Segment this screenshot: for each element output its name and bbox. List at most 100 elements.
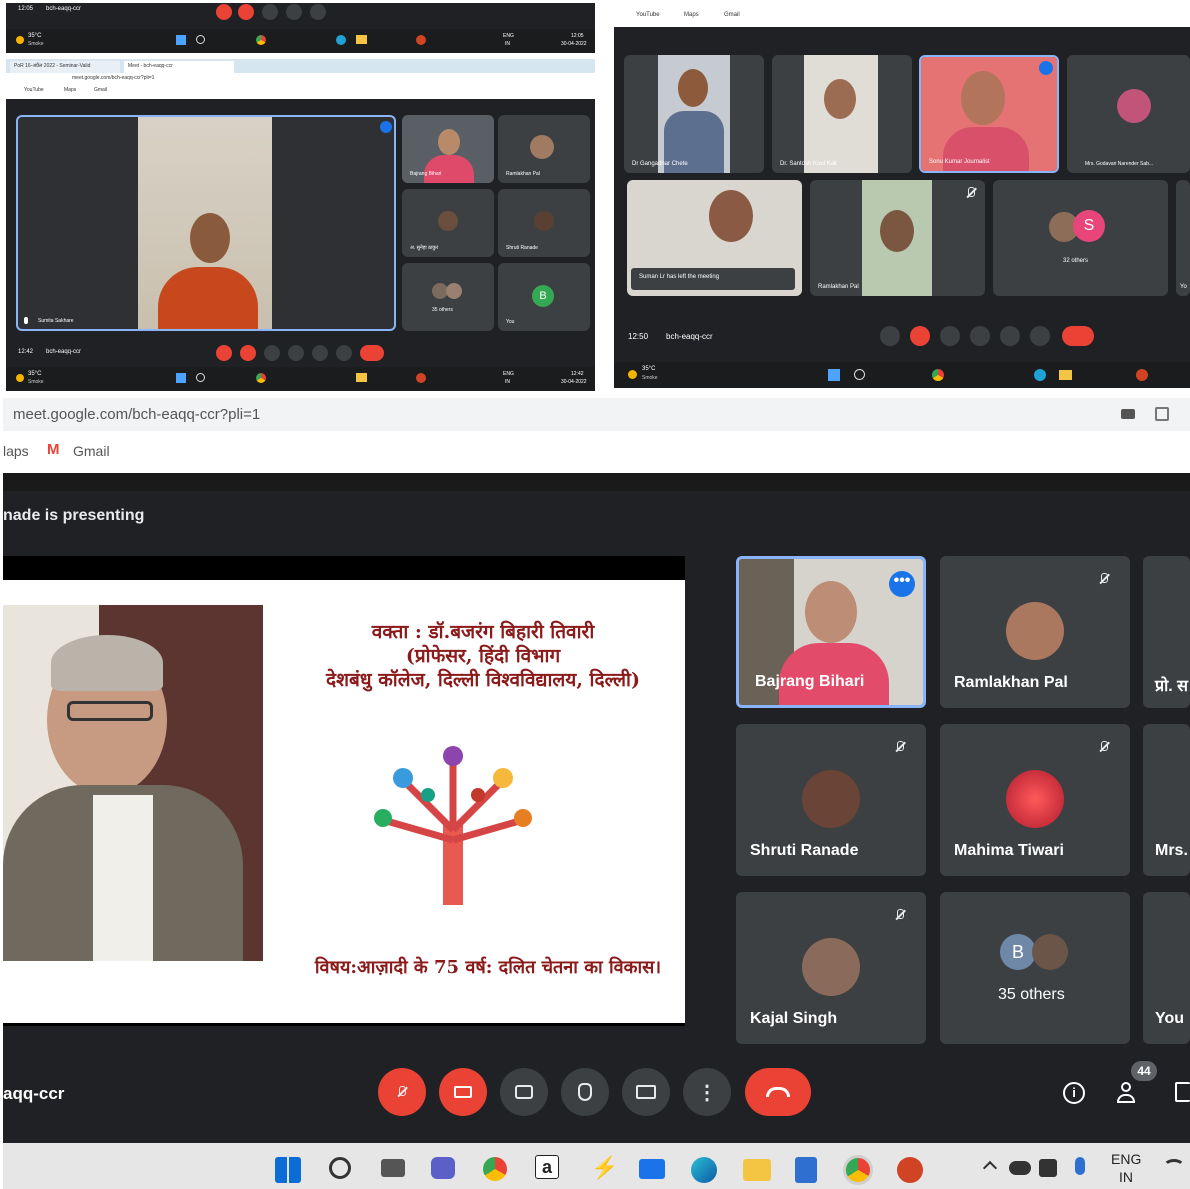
participant-tile[interactable]: Mahima Tiwari bbox=[940, 724, 1130, 876]
task-view-icon[interactable] bbox=[381, 1159, 405, 1177]
tray-chevron-icon[interactable] bbox=[982, 1160, 998, 1176]
present-button[interactable] bbox=[310, 4, 326, 20]
chrome-icon[interactable] bbox=[483, 1157, 507, 1181]
windows-start-icon[interactable] bbox=[275, 1157, 301, 1183]
participant-tile[interactable]: प्रो. स bbox=[1143, 556, 1190, 708]
participant-tile[interactable]: Mrs. bbox=[1143, 724, 1190, 876]
participant-tile[interactable]: Suman Lr has left the meeting bbox=[627, 180, 802, 296]
tab-meet[interactable]: Meet - bch-eaqq-ccr bbox=[124, 61, 234, 73]
search-icon[interactable] bbox=[854, 369, 865, 380]
end-call-button[interactable] bbox=[1062, 326, 1094, 346]
participant-tile[interactable]: Mrs. Godavari Narender Sab... bbox=[1067, 55, 1190, 173]
chat-icon[interactable] bbox=[1175, 1082, 1190, 1102]
chrome-icon[interactable] bbox=[932, 369, 944, 381]
lang-indicator[interactable]: ENG bbox=[1111, 1151, 1141, 1167]
participant-tile[interactable]: Shruti Ranade bbox=[736, 724, 926, 876]
camera-button[interactable] bbox=[439, 1068, 487, 1116]
notepad-icon[interactable] bbox=[795, 1157, 817, 1183]
more-options-button[interactable] bbox=[336, 345, 352, 361]
lang-indicator-2[interactable]: IN bbox=[1119, 1169, 1133, 1185]
share-icon[interactable] bbox=[1155, 407, 1169, 421]
mic-button[interactable] bbox=[216, 4, 232, 20]
captions-button[interactable] bbox=[262, 4, 278, 20]
participant-tile-active[interactable]: ••• Bajrang Bihari bbox=[736, 556, 926, 708]
more-options-icon[interactable]: ••• bbox=[889, 571, 915, 597]
meeting-info-icon[interactable]: i bbox=[1063, 1082, 1085, 1104]
camera-button[interactable] bbox=[910, 326, 930, 346]
present-button[interactable] bbox=[1000, 326, 1020, 346]
participant-tile[interactable]: Shruti Ranade bbox=[498, 189, 590, 257]
search-icon[interactable] bbox=[196, 35, 205, 44]
folder-icon[interactable] bbox=[356, 373, 367, 382]
raise-hand-button[interactable] bbox=[286, 4, 302, 20]
present-button[interactable] bbox=[312, 345, 328, 361]
windows-start-icon[interactable] bbox=[176, 35, 186, 45]
edge-icon[interactable] bbox=[691, 1157, 717, 1183]
more-options-button[interactable]: ⋮ bbox=[683, 1068, 731, 1116]
participant-tile[interactable]: B You bbox=[498, 263, 590, 331]
edge-icon[interactable] bbox=[1034, 369, 1046, 381]
mic-button[interactable] bbox=[216, 345, 232, 361]
bookmark-maps[interactable]: Maps bbox=[64, 87, 76, 93]
chrome-icon[interactable] bbox=[256, 373, 266, 383]
powerpoint-icon[interactable] bbox=[1136, 369, 1148, 381]
file-explorer-icon[interactable] bbox=[743, 1159, 771, 1181]
camera-button[interactable] bbox=[238, 4, 254, 20]
powerpoint-icon[interactable] bbox=[416, 373, 426, 383]
participant-tile[interactable]: S 32 others bbox=[993, 180, 1168, 296]
address-bar[interactable]: meet.google.com/bch-eaqq-ccr?pli=1 bbox=[3, 398, 1190, 431]
mic-button[interactable] bbox=[378, 1068, 426, 1116]
edge-icon[interactable] bbox=[336, 35, 346, 45]
camera-icon[interactable] bbox=[1121, 409, 1135, 419]
participant-tile[interactable]: Ramlakhan Pal bbox=[940, 556, 1130, 708]
participants-icon[interactable] bbox=[1117, 1082, 1143, 1104]
search-icon[interactable] bbox=[196, 373, 205, 382]
end-call-button[interactable] bbox=[745, 1068, 811, 1116]
bookmark-youtube[interactable]: YouTube bbox=[24, 87, 44, 93]
powerpoint-icon[interactable] bbox=[897, 1157, 923, 1183]
participant-tile[interactable]: 35 others bbox=[402, 263, 494, 331]
network-tray-icon[interactable] bbox=[1039, 1159, 1057, 1177]
bookmark-youtube[interactable]: YouTube bbox=[636, 12, 660, 18]
end-call-button[interactable] bbox=[360, 345, 384, 361]
amazon-icon[interactable]: a bbox=[535, 1155, 559, 1179]
bookmark-gmail[interactable]: Gmail bbox=[73, 443, 110, 459]
captions-button[interactable] bbox=[940, 326, 960, 346]
more-options-icon[interactable] bbox=[380, 121, 392, 133]
participant-tile[interactable]: Kajal Singh bbox=[736, 892, 926, 1044]
present-button[interactable] bbox=[622, 1068, 670, 1116]
address-bar[interactable]: meet.google.com/bch-eaqq-ccr?pli=1 bbox=[6, 73, 595, 85]
bookmark-maps[interactable]: laps bbox=[3, 443, 29, 459]
mail-icon[interactable] bbox=[639, 1159, 665, 1179]
chrome-icon[interactable] bbox=[256, 35, 266, 45]
powerpoint-icon[interactable] bbox=[416, 35, 426, 45]
raise-hand-button[interactable] bbox=[288, 345, 304, 361]
participant-tile[interactable]: Yo bbox=[1176, 180, 1190, 296]
onedrive-icon[interactable] bbox=[1009, 1161, 1031, 1175]
mic-button[interactable] bbox=[880, 326, 900, 346]
folder-icon[interactable] bbox=[356, 35, 367, 44]
more-options-icon[interactable] bbox=[1039, 61, 1053, 75]
bookmark-gmail[interactable]: Gmail bbox=[724, 12, 740, 18]
raise-hand-button[interactable] bbox=[561, 1068, 609, 1116]
participant-tile[interactable]: Sonu Kumar Journalist bbox=[919, 55, 1059, 173]
participant-tile[interactable]: You bbox=[1143, 892, 1190, 1044]
bolt-icon[interactable]: ⚡ bbox=[591, 1155, 618, 1181]
participant-tile[interactable]: Ramlakhan Pal bbox=[498, 115, 590, 183]
main-video-tile[interactable]: Sumita Sakhare bbox=[16, 115, 396, 331]
raise-hand-button[interactable] bbox=[970, 326, 990, 346]
more-options-button[interactable] bbox=[1030, 326, 1050, 346]
folder-icon[interactable] bbox=[1059, 370, 1072, 380]
tab-seminar[interactable]: PoR 16-अप्रैल 2022 - Seminar-Valid bbox=[10, 61, 120, 73]
captions-button[interactable] bbox=[264, 345, 280, 361]
chrome-profile-icon[interactable] bbox=[843, 1155, 873, 1185]
captions-button[interactable] bbox=[500, 1068, 548, 1116]
microphone-tray-icon[interactable] bbox=[1075, 1157, 1085, 1175]
participant-tile[interactable]: B 35 others bbox=[940, 892, 1130, 1044]
wifi-icon[interactable] bbox=[1163, 1159, 1185, 1175]
participant-tile[interactable]: Bajrang Bihari bbox=[402, 115, 494, 183]
participant-tile[interactable]: Ramlakhan Pal bbox=[810, 180, 985, 296]
bookmark-gmail[interactable]: Gmail bbox=[94, 87, 107, 93]
search-icon[interactable] bbox=[329, 1157, 351, 1179]
windows-start-icon[interactable] bbox=[828, 369, 840, 381]
